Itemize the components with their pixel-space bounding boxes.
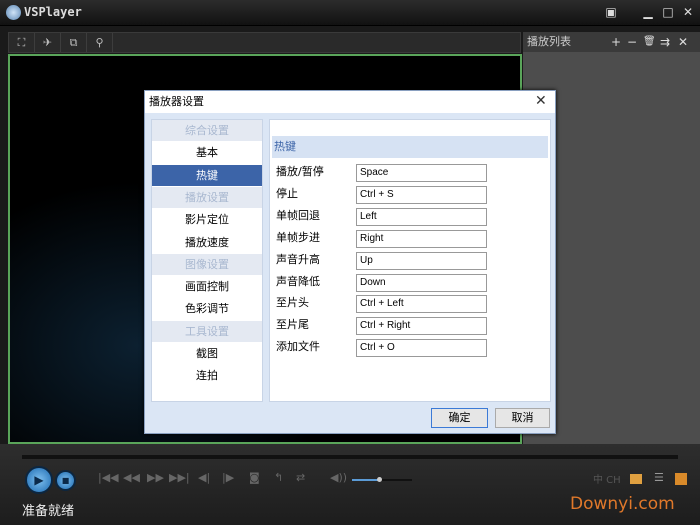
volume-icon[interactable]: ◀))	[330, 471, 347, 484]
settings-dialog: 播放器设置 ✕ 综合设置 基本 热键 播放设置 影片定位 播放速度 图像设置 画面控制 色彩调节…	[144, 90, 556, 434]
hotkey-input[interactable]: Space	[356, 164, 487, 182]
seek-bar[interactable]	[22, 455, 678, 459]
hotkey-input[interactable]: Down	[356, 273, 487, 292]
app-logo-icon	[6, 5, 21, 20]
nav-item[interactable]: 基本	[152, 142, 262, 163]
cancel-button[interactable]: 取消	[495, 408, 550, 428]
maximize-button[interactable]: □	[660, 5, 676, 19]
ok-button[interactable]: 确定	[431, 408, 488, 428]
language-toggle[interactable]: 中 CH	[593, 471, 621, 486]
volume-fill	[352, 479, 379, 481]
pin-icon[interactable]: ✈	[35, 33, 61, 52]
folder-icon[interactable]	[630, 474, 642, 484]
nav-group-header: 综合设置	[152, 120, 262, 141]
hotkey-input[interactable]: Right	[356, 229, 487, 248]
hotkey-label: 播放/暂停	[276, 165, 324, 178]
nav-item[interactable]: 播放速度	[152, 232, 262, 253]
hotkey-panel: 热键 播放/暂停 Space 停止 Ctrl + S 单帧回退 Left 单帧步进 Right…	[269, 119, 551, 402]
close-button[interactable]: ✕	[680, 5, 696, 19]
delete-icon[interactable]: 🗑	[643, 32, 656, 52]
menu-icon[interactable]: ▣	[603, 5, 619, 19]
switch-icon[interactable]: ⇄	[296, 471, 305, 484]
volume-slider[interactable]	[352, 477, 412, 482]
hotkey-label: 添加文件	[276, 340, 320, 354]
hotkey-label: 至片尾	[276, 318, 309, 332]
fast-forward-icon[interactable]: ▶▶	[147, 471, 164, 484]
camera-icon[interactable]: ◙	[249, 471, 260, 484]
hotkey-label: 停止	[276, 186, 298, 200]
hotkey-input[interactable]: Ctrl + O	[356, 339, 487, 358]
app-title: VSPlayer	[24, 5, 82, 19]
hotkey-label: 至片头	[276, 296, 309, 310]
nav-item[interactable]: 画面控制	[152, 276, 262, 297]
frame-back-icon[interactable]: ◀|	[198, 471, 210, 484]
title-bar: VSPlayer ▣ ▁ □ ✕	[0, 0, 700, 26]
section-title: 热键	[272, 136, 548, 158]
hotkey-input[interactable]: Ctrl + S	[356, 185, 487, 204]
volume-knob[interactable]	[377, 477, 382, 482]
skip-end-icon[interactable]: ▶▶|	[169, 471, 190, 484]
hotkey-label: 单帧回退	[276, 208, 320, 222]
minimize-button[interactable]: ▁	[640, 5, 656, 19]
play-button[interactable]: ▶	[25, 466, 53, 494]
add-icon[interactable]: +	[611, 32, 621, 52]
hotkey-label: 声音升高	[276, 252, 320, 266]
dialog-title: 播放器设置	[145, 91, 555, 113]
nav-item[interactable]: 色彩调节	[152, 298, 262, 319]
list-icon[interactable]: ☰	[654, 471, 664, 484]
hotkey-input[interactable]: Left	[356, 207, 487, 226]
close-playlist-icon[interactable]: ✕	[678, 32, 688, 52]
export-icon[interactable]	[675, 473, 687, 485]
hotkey-input[interactable]: Ctrl + Right	[356, 317, 487, 336]
hotkey-input[interactable]: Ctrl + Left	[356, 295, 487, 314]
sort-icon[interactable]: ⇉	[660, 32, 670, 52]
status-text: 准备就绪	[22, 504, 75, 519]
nav-group-header: 工具设置	[152, 320, 262, 342]
screenshot-window-icon[interactable]: ⧉	[61, 33, 87, 52]
rewind-icon[interactable]: ◀◀	[123, 471, 140, 484]
skip-start-icon[interactable]: |◀◀	[98, 471, 119, 484]
stop-button[interactable]: ■	[55, 470, 76, 491]
nav-group-header: 播放设置	[152, 186, 262, 208]
nav-group-header: 图像设置	[152, 253, 262, 275]
settings-nav: 综合设置 基本 热键 播放设置 影片定位 播放速度 图像设置 画面控制 色彩调节 工具设置 截图 连拍	[151, 119, 263, 402]
nav-item[interactable]: 连拍	[152, 365, 262, 386]
fullscreen-icon[interactable]: ⛶	[9, 33, 35, 52]
video-toolbar: ⛶ ✈ ⧉ ⚲	[8, 32, 521, 53]
loop-icon[interactable]: ↰	[274, 471, 283, 484]
frame-forward-icon[interactable]: |▶	[222, 471, 234, 484]
remove-icon[interactable]: −	[627, 32, 637, 52]
zoom-icon[interactable]: ⚲	[87, 33, 113, 52]
hotkey-label: 单帧步进	[276, 230, 320, 244]
nav-item[interactable]: 截图	[152, 343, 262, 364]
nav-item[interactable]: 影片定位	[152, 209, 262, 230]
control-bar: ▶ ■ |◀◀ ◀◀ ▶▶ ▶▶| ◀| |▶ ◙ ↰ ⇄ ◀)) 中 CH ☰…	[0, 444, 700, 525]
nav-item[interactable]: 热键	[152, 164, 262, 186]
dialog-close-icon[interactable]: ✕	[535, 93, 547, 109]
hotkey-label: 声音降低	[276, 274, 320, 288]
hotkey-input[interactable]: Up	[356, 251, 487, 270]
watermark: Downyi.com	[570, 494, 675, 514]
